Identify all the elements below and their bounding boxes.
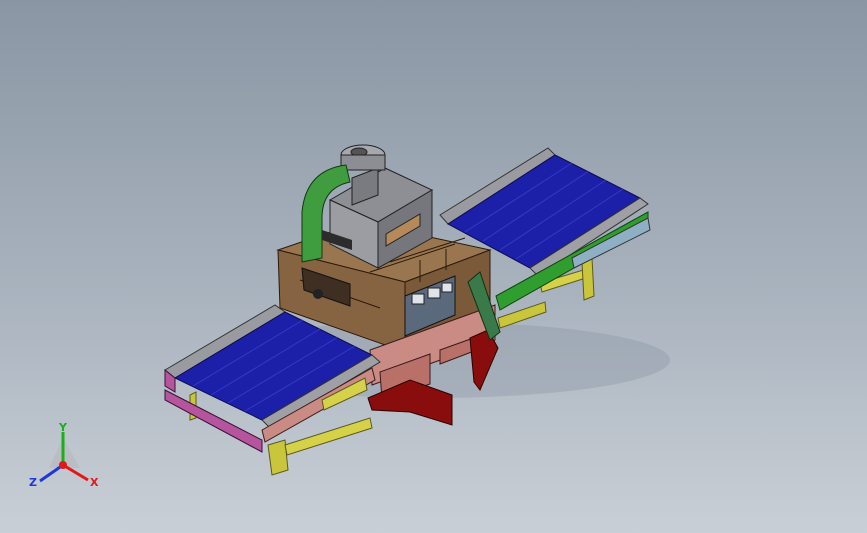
lamp-module-2 [427,287,441,299]
stand-leg-right [581,257,595,301]
x-axis-label: X [90,476,99,489]
cad-model-view[interactable]: Y X Z [0,0,867,533]
z-axis-label: Z [29,476,37,489]
graphics-viewport[interactable]: Y X Z [0,0,867,533]
exhaust-fan-collar [340,154,386,171]
axis-triad: Y X Z [29,421,99,489]
housing-knob[interactable] [313,289,323,299]
y-axis-label: Y [58,421,68,434]
triad-origin [59,461,67,469]
lamp-module-1 [411,293,425,305]
lamp-module-3 [441,282,453,293]
